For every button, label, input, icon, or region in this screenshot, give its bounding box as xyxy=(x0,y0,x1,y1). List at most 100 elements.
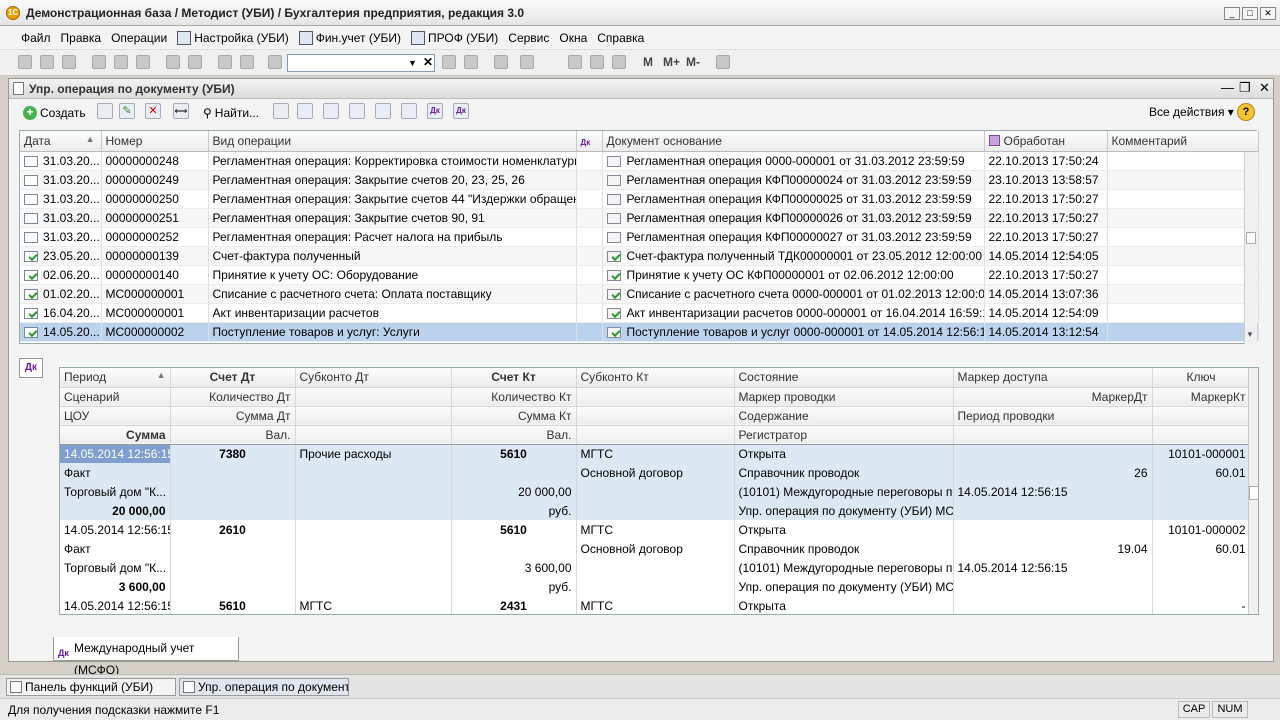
doc-restore-button[interactable]: ❐ xyxy=(1239,80,1251,96)
table-cell[interactable]: 00000000252 xyxy=(101,227,209,247)
table-cell[interactable] xyxy=(576,151,603,171)
posting-cell[interactable]: - xyxy=(1152,596,1251,614)
posting-cell[interactable] xyxy=(576,501,735,520)
table-cell[interactable]: Списание с расчетного счета 0000-000001 … xyxy=(602,284,985,304)
table-cell[interactable]: Акт инвентаризации расчетов xyxy=(208,303,577,323)
posting-row[interactable]: Факт Основной договор Справочник проводок 2… xyxy=(60,463,1251,482)
task-document-operation[interactable]: Упр. операция по документ... xyxy=(179,678,349,696)
postings-header-cell[interactable]: МаркерКт xyxy=(1152,387,1251,407)
memory-plus-button[interactable]: M+ xyxy=(663,55,680,69)
col-processed[interactable]: Обработан xyxy=(984,131,1108,152)
postings-header-cell[interactable]: Ключ xyxy=(1152,368,1251,388)
posting-cell[interactable]: (10101) Междугородные переговоры по... xyxy=(734,482,954,501)
posting-cell[interactable] xyxy=(953,596,1153,614)
posting-cell[interactable]: (10101) Междугородные переговоры по... xyxy=(734,558,954,577)
posting-cell[interactable]: 14.05.2014 12:56:15 xyxy=(953,558,1153,577)
table-cell[interactable]: МС000000001 xyxy=(101,284,209,304)
table-row[interactable]: 31.03.20... 00000000250 Регламентная опера… xyxy=(20,189,1259,209)
table-cell[interactable] xyxy=(576,284,603,304)
posting-cell[interactable] xyxy=(953,501,1153,520)
table-cell[interactable] xyxy=(576,322,603,342)
posting-cell[interactable]: 2431 xyxy=(451,596,577,614)
menu-file[interactable]: Файл xyxy=(16,30,56,46)
posting-cell[interactable] xyxy=(451,463,577,482)
hierarchy-arrows-icon[interactable]: ⟷ xyxy=(173,103,189,119)
posting-cell[interactable]: 14.05.2014 12:56:15 xyxy=(60,596,171,614)
posting-cell[interactable] xyxy=(953,444,1153,463)
posting-cell[interactable] xyxy=(576,577,735,596)
posting-cell[interactable]: руб. xyxy=(451,501,577,520)
table-cell[interactable]: Счет-фактура полученный ТДК00000001 от 2… xyxy=(602,246,985,266)
scroll-down-icon[interactable]: ▼ xyxy=(1246,330,1254,339)
posting-cell[interactable]: Открыта xyxy=(734,596,954,614)
table-cell[interactable]: 22.10.2013 17:50:27 xyxy=(984,208,1108,228)
posting-cell[interactable]: Прочие расходы xyxy=(295,444,452,463)
delete-mark-icon[interactable]: ✕ xyxy=(145,103,161,119)
posting-cell[interactable]: Открыта xyxy=(734,520,954,539)
posting-cell[interactable]: 5610 xyxy=(451,444,577,463)
undo-icon[interactable] xyxy=(218,55,232,69)
posting-cell[interactable] xyxy=(295,577,452,596)
posting-cell[interactable] xyxy=(953,520,1153,539)
col-dk[interactable]: Дк xyxy=(576,131,603,152)
find-next-icon[interactable] xyxy=(442,55,456,69)
posting-cell[interactable] xyxy=(576,558,735,577)
memory-minus-button[interactable]: M- xyxy=(686,55,700,69)
posting-cell[interactable] xyxy=(295,501,452,520)
posting-cell[interactable]: 60.01 xyxy=(1152,463,1251,482)
table-cell[interactable]: Регламентная операция КФП00000025 от 31.… xyxy=(602,189,985,209)
col-date[interactable]: Дата ▲ xyxy=(20,131,102,152)
menu-help[interactable]: Справка xyxy=(592,30,649,46)
doc-close-button[interactable]: ✕ xyxy=(1259,80,1270,96)
table-cell[interactable]: 14.05.2014 12:54:05 xyxy=(984,246,1108,266)
link-icon[interactable] xyxy=(375,103,391,119)
posting-cell[interactable]: Справочник проводок xyxy=(734,463,954,482)
posting-row[interactable]: Торговый дом "К... 3 600,00 (10101) Междуг… xyxy=(60,558,1251,577)
postings-header-cell[interactable]: Маркер доступа xyxy=(953,368,1153,388)
postings-header-cell[interactable]: МаркерДт xyxy=(953,387,1153,407)
users-icon[interactable] xyxy=(612,55,626,69)
posting-cell[interactable] xyxy=(1152,577,1251,596)
table-row[interactable]: 02.06.20... 00000000140 Принятие к учету О… xyxy=(20,265,1259,285)
minimize-button[interactable]: _ xyxy=(1224,7,1240,20)
table-cell[interactable]: 22.10.2013 17:50:24 xyxy=(984,151,1108,171)
table-row[interactable]: 16.04.20... МС000000001 Акт инвентаризации… xyxy=(20,303,1259,323)
table-row[interactable]: 14.05.20... МС000000002 Поступление товаро… xyxy=(20,322,1259,342)
posting-cell[interactable] xyxy=(295,539,452,558)
postings-header-cell[interactable]: Содержание xyxy=(734,406,954,426)
search-clear-icon[interactable]: ✕ xyxy=(423,55,433,69)
table-cell[interactable] xyxy=(1107,151,1259,171)
postings-header-cell[interactable]: Количество Дт xyxy=(170,387,296,407)
list-settings-icon[interactable] xyxy=(323,103,339,119)
table-cell[interactable] xyxy=(1107,303,1259,323)
tab-international-accounting[interactable]: Дк Международный учет (МСФО) xyxy=(53,637,239,677)
table-cell[interactable]: 16.04.20... xyxy=(20,303,102,323)
doc-minimize-button[interactable]: — xyxy=(1221,80,1234,95)
posting-cell[interactable] xyxy=(953,577,1153,596)
table-cell[interactable]: Акт инвентаризации расчетов 0000-000001 … xyxy=(602,303,985,323)
table-cell[interactable]: 23.10.2013 13:58:57 xyxy=(984,170,1108,190)
table-cell[interactable] xyxy=(1107,170,1259,190)
table-cell[interactable]: Регламентная операция: Закрытие счетов 4… xyxy=(208,189,577,209)
posting-cell[interactable] xyxy=(1152,558,1251,577)
memory-m-button[interactable]: M xyxy=(643,55,653,69)
posting-cell[interactable]: 14.05.2014 12:56:15 xyxy=(953,482,1153,501)
posting-cell[interactable]: МГТС xyxy=(295,596,452,614)
posting-cell[interactable]: 10101-000001 xyxy=(1152,444,1251,463)
search-dropdown-icon[interactable]: ▼ xyxy=(408,58,417,68)
table-cell[interactable]: 14.05.20... xyxy=(20,322,102,342)
postings-header-cell[interactable]: Период проводки xyxy=(953,406,1153,426)
posting-cell[interactable] xyxy=(1152,501,1251,520)
table-cell[interactable]: 14.05.2014 12:54:09 xyxy=(984,303,1108,323)
table-cell[interactable]: 00000000139 xyxy=(101,246,209,266)
postings-header-cell[interactable] xyxy=(295,406,452,426)
table-cell[interactable] xyxy=(576,246,603,266)
menu-settings-ubi[interactable]: Настройка (УБИ) xyxy=(172,30,294,46)
postings-header-cell[interactable]: Субконто Кт xyxy=(576,368,735,388)
postings-header-cell[interactable]: Сумма Кт xyxy=(451,406,577,426)
posting-row[interactable]: 3 600,00 руб. Упр. операция по документу (… xyxy=(60,577,1251,596)
maximize-button[interactable]: □ xyxy=(1242,7,1258,20)
postings-header-cell[interactable]: Счет Кт xyxy=(451,368,577,388)
list-scrollbar[interactable]: ▼ xyxy=(1244,152,1257,344)
postings-scroll-thumb[interactable] xyxy=(1249,486,1258,500)
